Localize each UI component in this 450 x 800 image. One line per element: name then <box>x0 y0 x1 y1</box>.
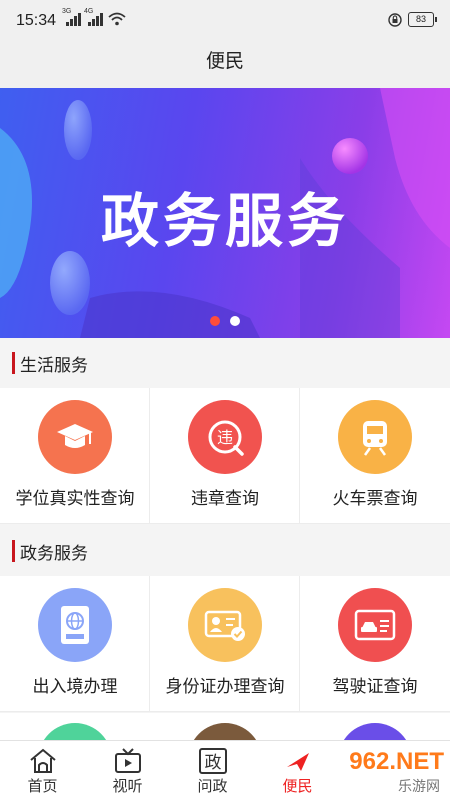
train-icon <box>338 400 412 474</box>
service-train-ticket[interactable]: 火车票查询 <box>300 388 450 524</box>
section-title: 政务服务 <box>20 544 88 564</box>
tv-icon <box>115 748 141 773</box>
status-bar: 15:34 3G 4G 83 <box>0 0 450 44</box>
signal-icon: 4G <box>84 8 103 26</box>
tab-home[interactable]: 首页 <box>0 741 85 800</box>
tab-ask-gov[interactable]: 政 问政 <box>170 741 255 800</box>
section-title: 生活服务 <box>20 356 88 376</box>
service-grid-gov: 出入境办理 身份证办理查询 驾驶证查询 <box>0 576 450 712</box>
watermark-logo: 962.NET <box>349 748 444 775</box>
service-label: 驾驶证查询 <box>332 677 418 697</box>
watermark-sub: 乐游网 <box>398 779 440 795</box>
status-time: 15:34 <box>16 12 57 29</box>
tab-label: 便民 <box>282 777 313 795</box>
service-label: 学位真实性查询 <box>15 489 135 509</box>
home-icon <box>30 748 56 773</box>
service-driver-license[interactable]: 驾驶证查询 <box>300 576 450 712</box>
tab-label: 视听 <box>112 777 143 795</box>
banner-carousel[interactable]: 政务服务 <box>0 88 450 338</box>
section-marker <box>12 540 15 562</box>
service-label: 违章查询 <box>191 489 259 509</box>
violation-icon: 违 <box>188 400 262 474</box>
convenience-icon <box>287 753 309 771</box>
carousel-dot[interactable] <box>230 316 240 326</box>
carousel-dot-active[interactable] <box>210 316 220 326</box>
rotation-lock-icon <box>388 12 402 27</box>
service-grid-life: 学位真实性查询 违 违章查询 火车票查询 <box>0 388 450 524</box>
service-violation-query[interactable]: 违 违章查询 <box>150 388 300 524</box>
title-bar: 便民 <box>0 44 450 88</box>
graduation-cap-icon <box>38 400 112 474</box>
wifi-icon <box>108 12 126 26</box>
page-title: 便民 <box>205 50 244 72</box>
service-degree-verify[interactable]: 学位真实性查询 <box>0 388 150 524</box>
service-label: 出入境办理 <box>32 677 118 697</box>
section-marker <box>12 352 15 374</box>
section-header-life: 生活服务 <box>0 338 450 386</box>
tab-convenience[interactable]: 便民 <box>255 741 340 800</box>
ask-gov-icon: 政 <box>199 748 227 774</box>
svg-text:违: 违 <box>217 428 233 447</box>
service-id-card[interactable]: 身份证办理查询 <box>150 576 300 712</box>
service-label: 身份证办理查询 <box>165 677 285 697</box>
signal-icon: 3G <box>62 8 81 26</box>
tab-label: 问政 <box>197 777 228 795</box>
tab-label: 首页 <box>27 777 58 795</box>
svg-text:政: 政 <box>205 753 222 773</box>
service-grid-partial <box>0 713 450 743</box>
battery-icon: 83 <box>408 12 437 27</box>
driver-license-icon <box>338 588 412 662</box>
carousel-indicator <box>210 316 240 326</box>
passport-icon <box>38 588 112 662</box>
banner-title: 政务服务 <box>100 187 349 255</box>
tab-av[interactable]: 视听 <box>85 741 170 800</box>
section-header-gov: 政务服务 <box>0 526 450 574</box>
service-label: 火车票查询 <box>332 489 418 509</box>
service-exit-entry[interactable]: 出入境办理 <box>0 576 150 712</box>
id-card-icon <box>188 588 262 662</box>
